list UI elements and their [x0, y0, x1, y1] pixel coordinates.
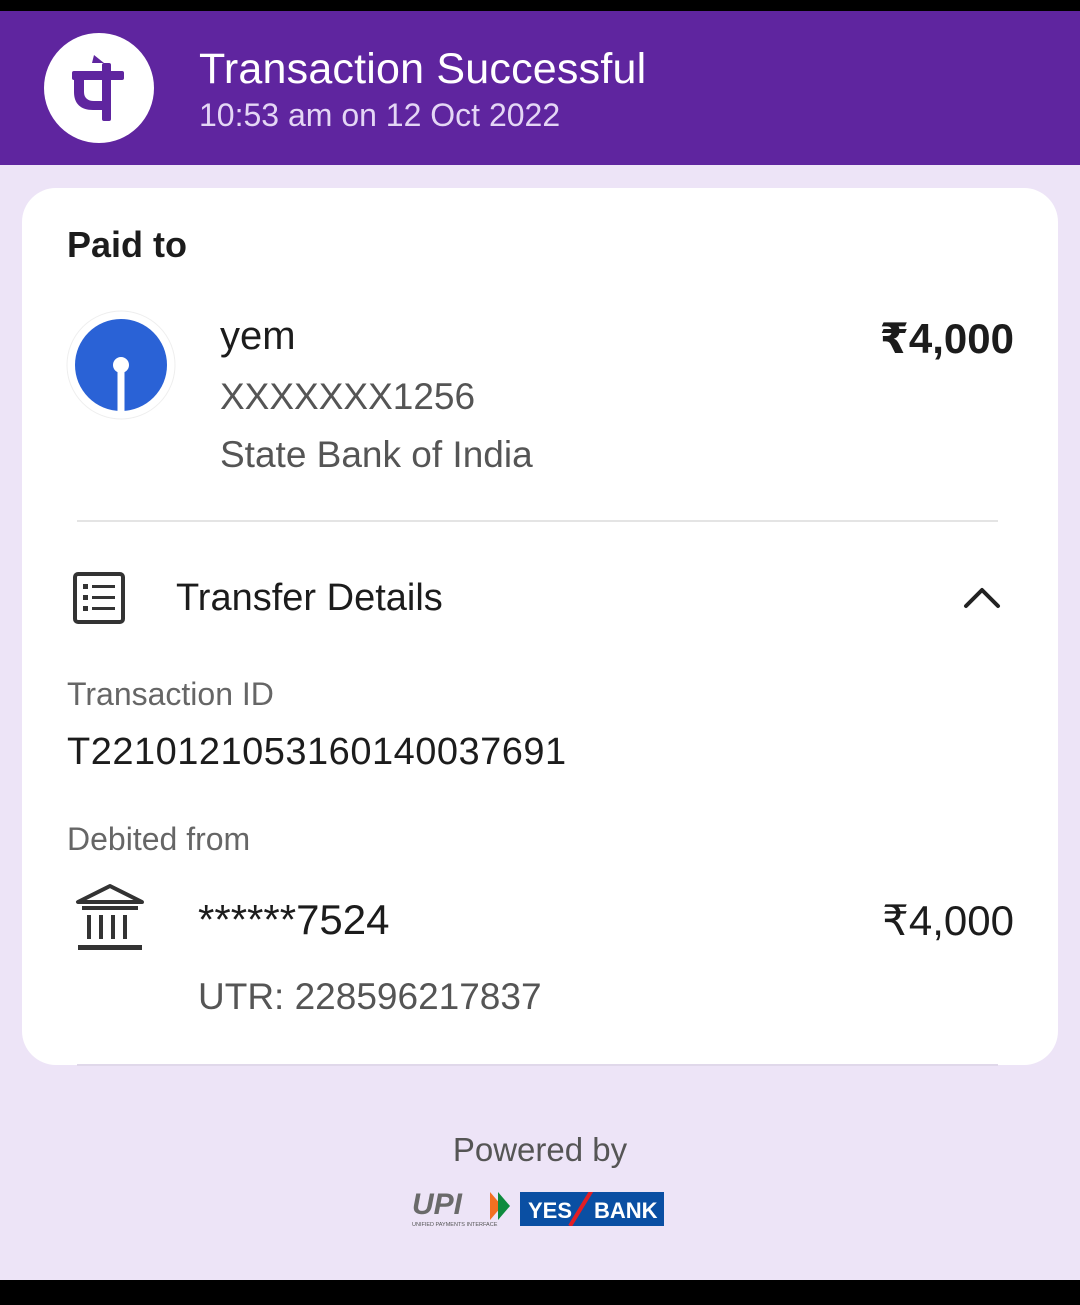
yes-bank-text-yes: YES — [528, 1198, 572, 1223]
header-title: Transaction Successful — [199, 45, 647, 93]
yes-bank-logo: YES BANK — [520, 1188, 664, 1228]
transaction-id-label: Transaction ID — [67, 676, 274, 712]
status-bar-strip — [0, 0, 1080, 11]
transaction-timestamp: 10:53 am on 12 Oct 2022 — [199, 97, 561, 133]
debit-account-number: ******7524 — [198, 896, 390, 943]
paid-amount: ₹4,000 — [879, 315, 1014, 362]
phonepe-logo — [44, 33, 154, 143]
powered-by-label: Powered by — [452, 1131, 628, 1168]
divider — [77, 520, 998, 522]
receipt-list-icon — [72, 571, 126, 625]
payee-bank-name: State Bank of India — [220, 434, 533, 475]
transfer-details-title[interactable]: Transfer Details — [176, 577, 443, 620]
transaction-header: Transaction Successful 10:53 am on 12 Oc… — [0, 11, 1080, 165]
paid-to-label: Paid to — [67, 224, 188, 265]
upi-logo-text: UPI — [412, 1188, 463, 1221]
yes-bank-text-bank: BANK — [594, 1198, 658, 1223]
divider — [77, 1064, 998, 1066]
bank-icon — [74, 882, 146, 954]
payee-name: yem — [220, 314, 296, 358]
debit-amount: ₹4,000 — [882, 897, 1014, 944]
utr-number[interactable]: UTR: 228596217837 — [198, 976, 542, 1018]
upi-logo-subtext: UNIFIED PAYMENTS INTERFACE — [412, 1222, 498, 1228]
sbi-logo — [66, 310, 176, 420]
upi-logo: UPI UNIFIED PAYMENTS INTERFACE — [410, 1186, 514, 1228]
transaction-id-value[interactable]: T2210121053160140037691 — [67, 731, 567, 774]
payee-account-number: XXXXXXX1256 — [220, 376, 476, 417]
debited-from-label: Debited from — [67, 821, 251, 857]
chevron-up-icon[interactable] — [960, 582, 1004, 612]
navigation-bar-strip — [0, 1280, 1080, 1305]
